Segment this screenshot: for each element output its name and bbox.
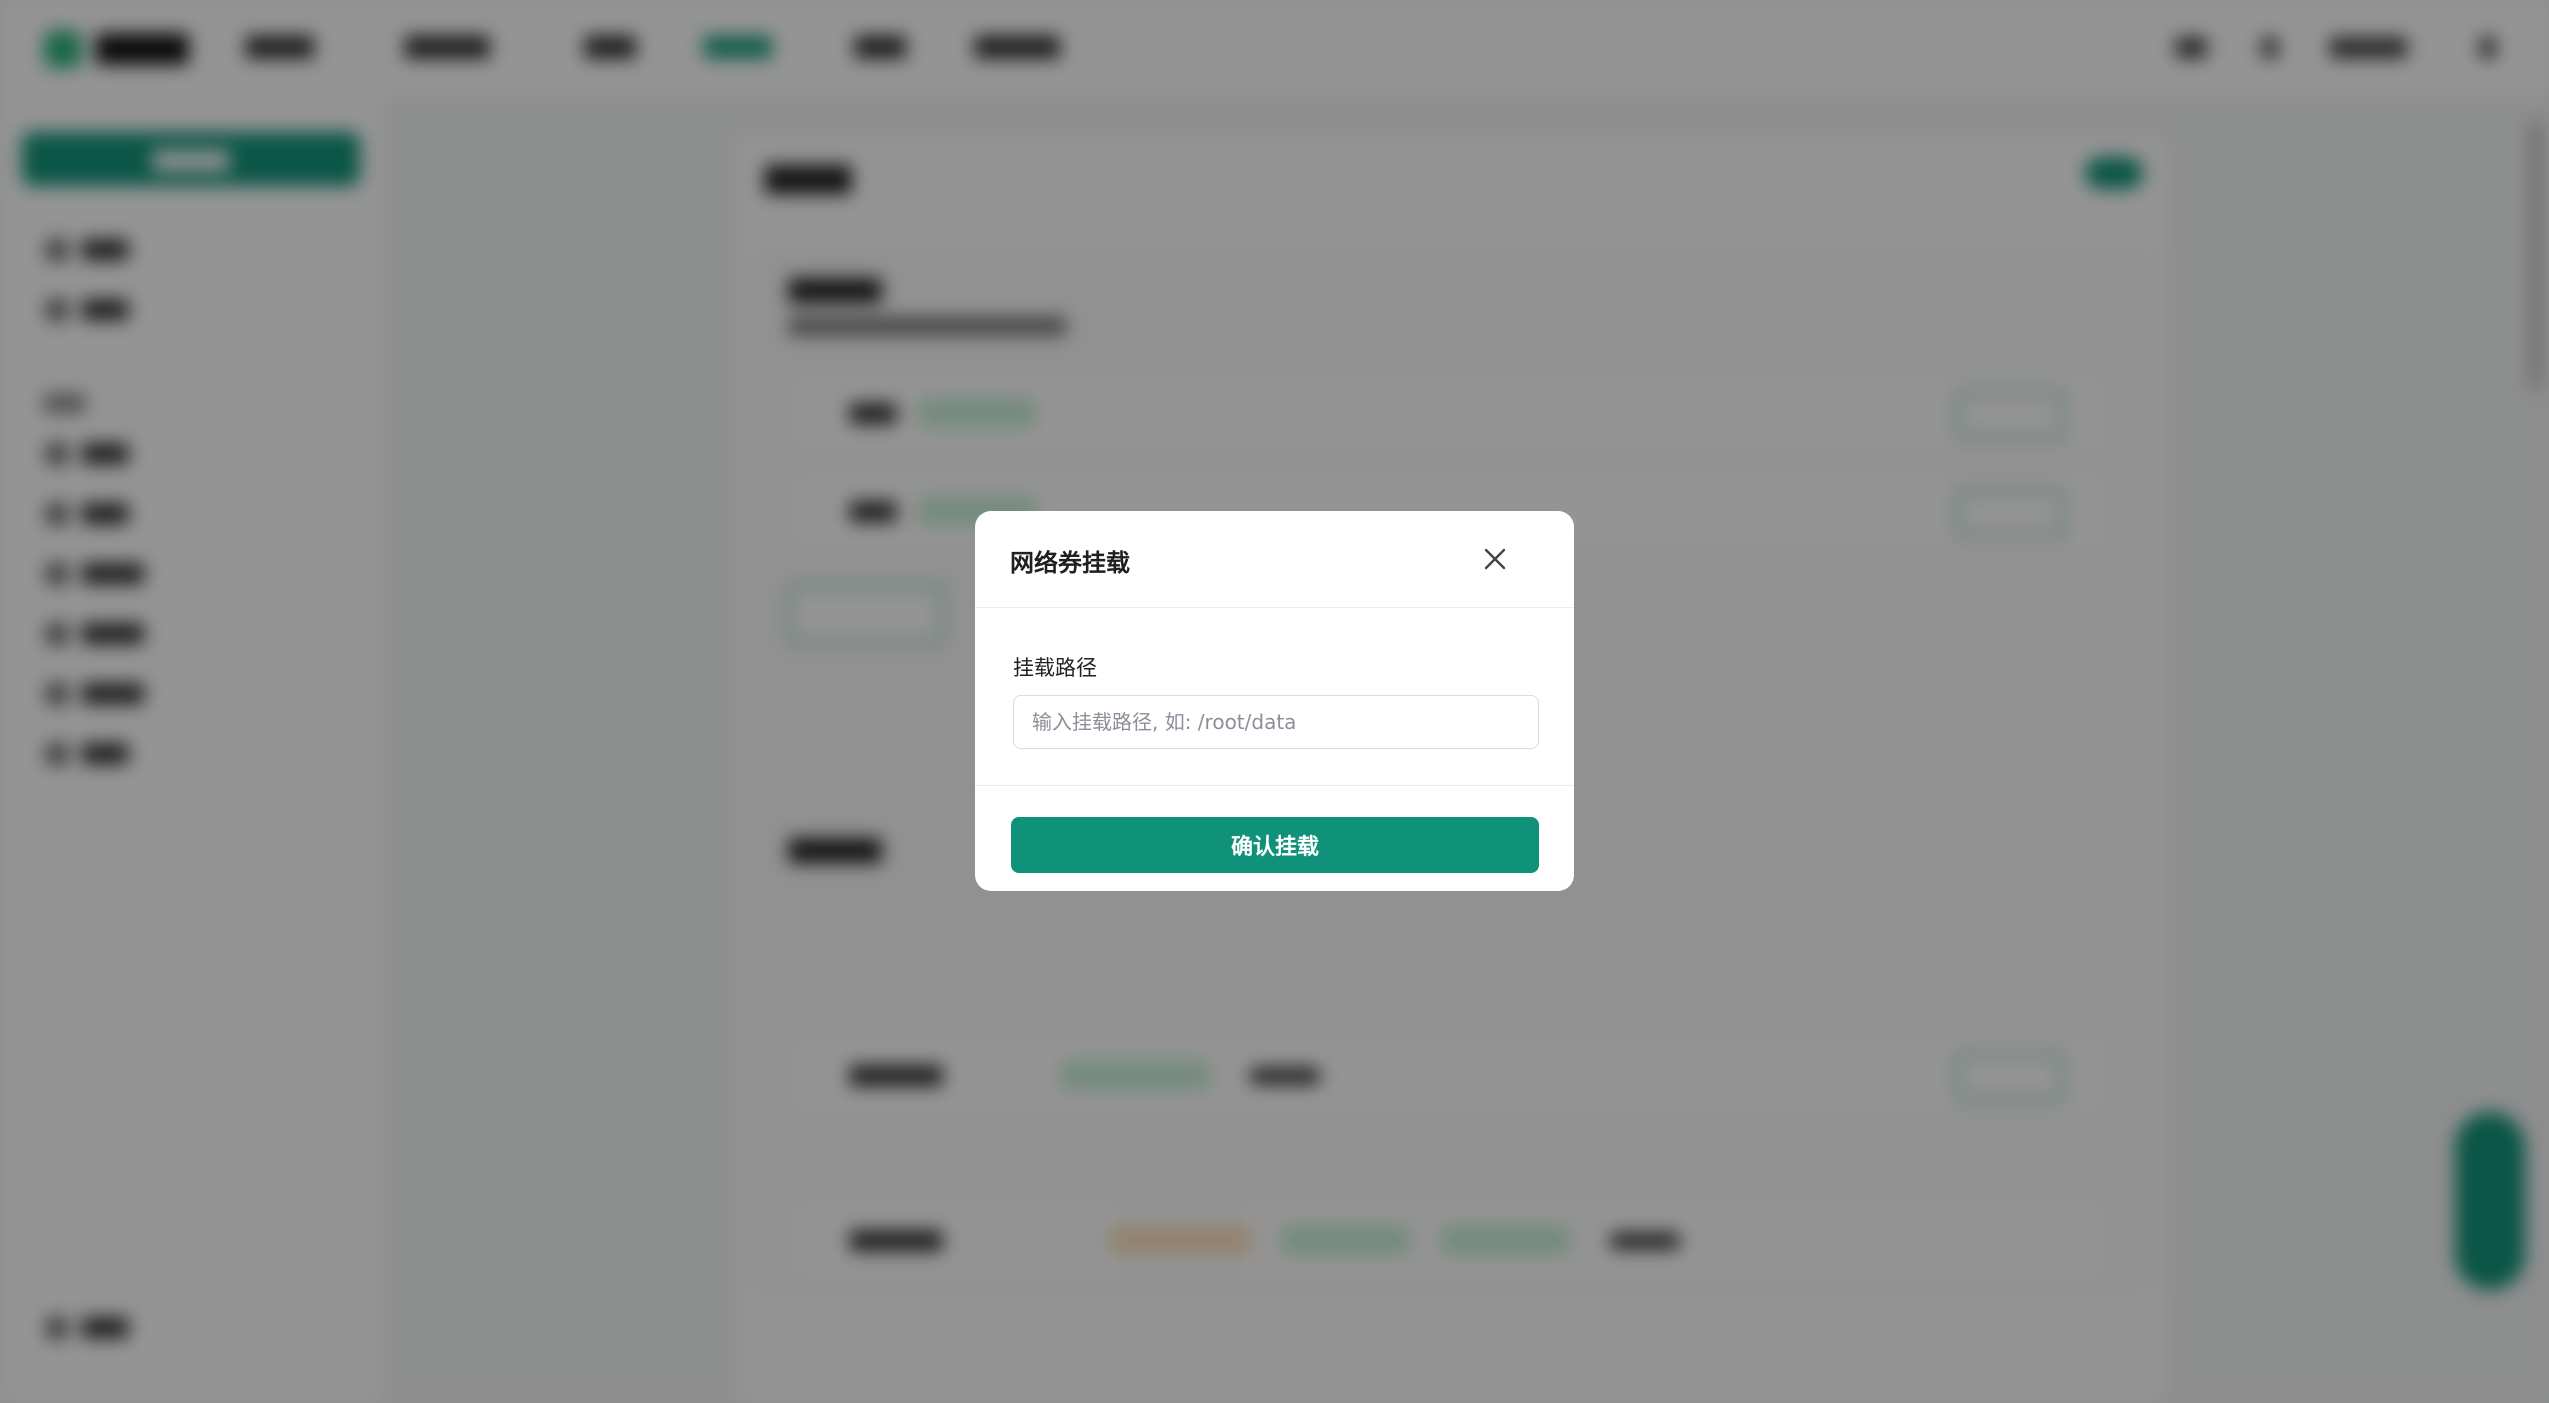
dialog-body: 挂载路径 [975, 608, 1574, 785]
close-button[interactable] [1475, 539, 1515, 579]
mount-dialog: 网络券挂载 挂载路径 确认挂载 [975, 511, 1574, 891]
mount-path-input[interactable] [1013, 695, 1539, 749]
close-icon [1484, 548, 1506, 570]
dialog-footer: 确认挂载 [975, 785, 1574, 891]
confirm-mount-button[interactable]: 确认挂载 [1011, 817, 1539, 873]
dialog-title: 网络券挂载 [1010, 549, 1130, 577]
mount-path-label: 挂载路径 [1013, 656, 1097, 680]
dialog-header: 网络券挂载 [975, 511, 1574, 608]
